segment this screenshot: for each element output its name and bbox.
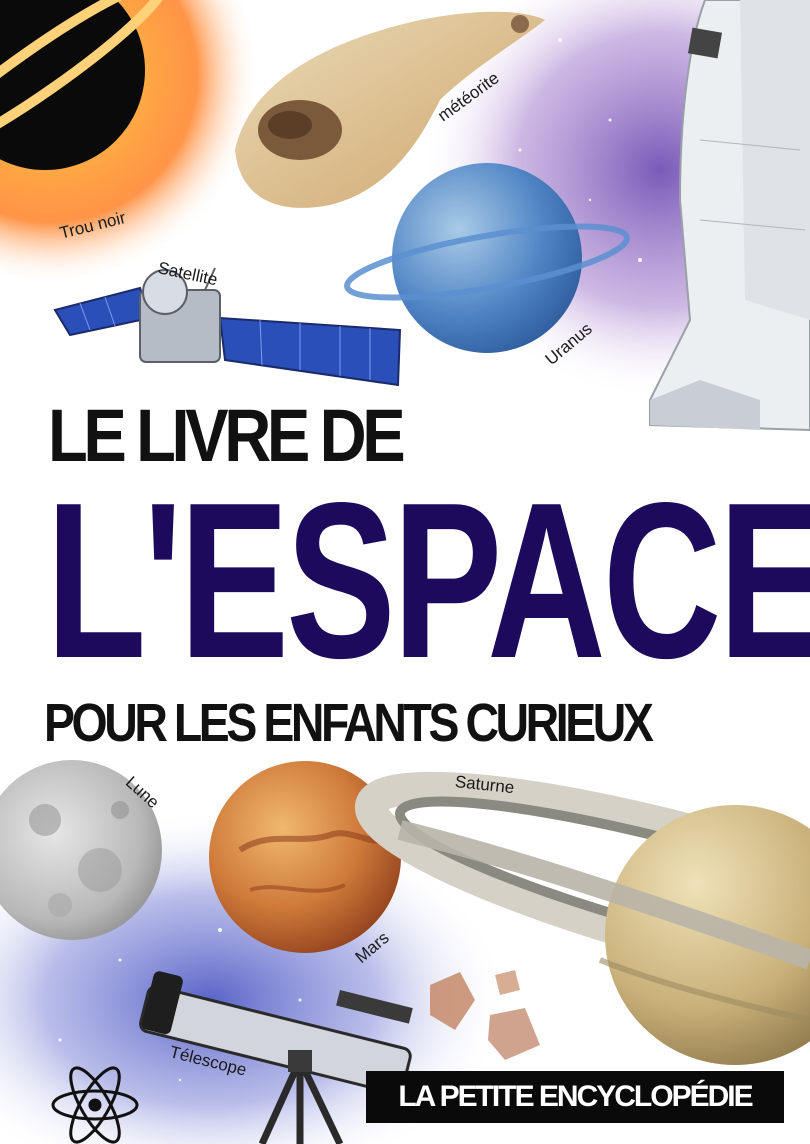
series-badge: LA PETITE ENCYCLOPÉDIE — [366, 1071, 784, 1123]
book-cover: Trou noir météorite Satellite Uranus Lun… — [0, 0, 810, 1144]
subtitle: POUR LES ENFANTS CURIEUX — [44, 693, 654, 753]
series-badge-label: LA PETITE ENCYCLOPÉDIE — [398, 1080, 753, 1113]
page-title: L'ESPACE — [46, 457, 810, 705]
black-hole-icon — [0, 0, 260, 285]
